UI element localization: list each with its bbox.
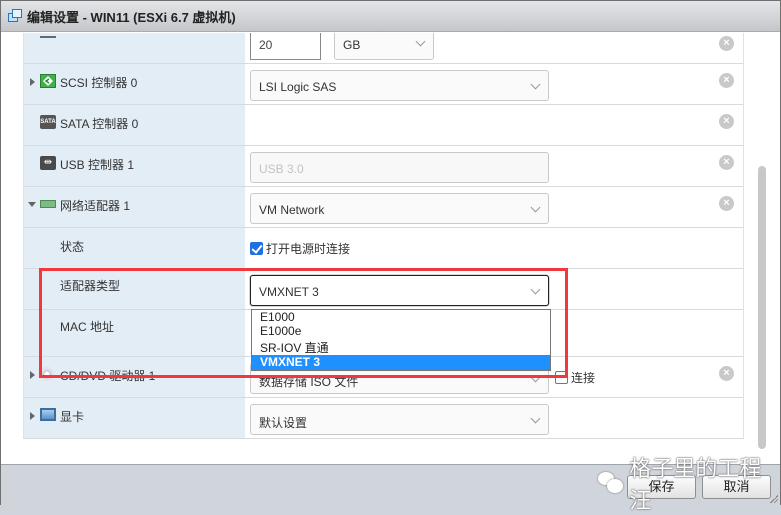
scsi-type-select[interactable]: LSI Logic SAS	[250, 70, 549, 101]
sata-label-cell: SATA SATA 控制器 0	[24, 105, 245, 145]
hard-disk-row: 20 GB ×	[24, 33, 743, 63]
network-status-row: 状态 打开电源时连接	[24, 227, 743, 268]
sata-controller-row: SATA SATA 控制器 0 ×	[24, 104, 743, 145]
cd-dvd-source-value: 数据存储 ISO 文件	[259, 375, 359, 389]
watermark-text: 格子里的工程汪	[629, 456, 762, 513]
chevron-down-icon	[530, 284, 541, 295]
status-label: 状态	[60, 240, 85, 254]
watermark: 格子里的工程汪	[598, 451, 780, 515]
video-card-label: 显卡	[60, 410, 85, 424]
chevron-down-icon	[415, 36, 426, 47]
chevron-down-icon	[530, 202, 541, 213]
mac-address-label: MAC 地址	[60, 320, 115, 334]
cd-dvd-connect-label: 连接	[571, 371, 596, 385]
expand-arrow-icon[interactable]	[30, 371, 35, 379]
adapter-type-option[interactable]: E1000e	[252, 324, 550, 338]
adapter-type-select[interactable]: VMXNET 3	[250, 275, 549, 306]
scsi-label-cell: SCSI 控制器 0	[24, 64, 245, 104]
network-select[interactable]: VM Network	[250, 193, 549, 224]
scsi-controller-icon	[40, 74, 56, 88]
status-label-cell: 状态	[24, 228, 245, 268]
scsi-type-value: LSI Logic SAS	[259, 80, 337, 94]
adapter-type-option-selected[interactable]: VMXNET 3	[252, 355, 550, 370]
adapter-type-option[interactable]: E1000	[252, 310, 550, 324]
adapter-type-dropdown-list: E1000 E1000e SR-IOV 直通 VMXNET 3	[251, 309, 551, 371]
network-value: VM Network	[259, 203, 325, 217]
cd-dvd-connect-checkbox[interactable]	[555, 371, 568, 384]
sata-label: SATA 控制器 0	[60, 117, 139, 131]
remove-sata-icon[interactable]: ×	[719, 114, 734, 129]
collapse-arrow-icon[interactable]	[28, 202, 36, 207]
video-card-value-cell: 默认设置	[245, 398, 743, 438]
vertical-scrollbar[interactable]	[758, 166, 766, 449]
connect-at-power-on-checkbox[interactable]	[250, 242, 263, 255]
network-value-cell: VM Network ×	[245, 187, 743, 227]
adapter-type-label-cell: 适配器类型	[24, 269, 245, 309]
video-card-value: 默认设置	[259, 416, 308, 430]
adapter-type-row: 适配器类型 VMXNET 3	[24, 268, 743, 309]
wechat-icon	[598, 472, 623, 494]
adapter-type-value-cell: VMXNET 3	[245, 269, 743, 309]
status-value-cell: 打开电源时连接	[245, 228, 743, 268]
chevron-down-icon	[530, 413, 541, 424]
hard-disk-label-cell	[24, 33, 245, 63]
network-adapter-icon	[40, 200, 56, 208]
dialog-titlebar[interactable]: 编辑设置 - WIN11 (ESXi 6.7 虚拟机)	[1, 1, 780, 32]
video-card-label-cell: 显卡	[24, 398, 245, 438]
remove-usb-icon[interactable]: ×	[719, 155, 734, 170]
disk-size-value: 20	[259, 38, 273, 52]
adapter-type-option[interactable]: SR-IOV 直通	[252, 341, 550, 355]
remove-scsi-icon[interactable]: ×	[719, 73, 734, 88]
chevron-down-icon	[530, 79, 541, 90]
cd-dvd-icon	[40, 367, 54, 381]
scsi-controller-row: SCSI 控制器 0 LSI Logic SAS ×	[24, 63, 743, 104]
scsi-label: SCSI 控制器 0	[60, 76, 138, 90]
usb-label: USB 控制器 1	[60, 158, 135, 172]
usb-controller-icon: ⇹	[40, 156, 56, 170]
connect-at-power-on-label: 打开电源时连接	[266, 242, 351, 256]
network-label-cell: 网络适配器 1	[24, 187, 245, 227]
usb-controller-row: ⇹ USB 控制器 1 USB 3.0 ×	[24, 145, 743, 186]
remove-cd-dvd-icon[interactable]: ×	[719, 366, 734, 381]
remove-network-icon[interactable]: ×	[719, 196, 734, 211]
remove-disk-icon[interactable]: ×	[719, 36, 734, 51]
vm-window-icon	[7, 8, 23, 24]
cd-dvd-connect: 连接	[555, 369, 595, 386]
hard-disk-icon	[40, 33, 56, 38]
disk-size-input[interactable]: 20	[250, 33, 321, 60]
network-label: 网络适配器 1	[60, 199, 131, 213]
mac-label-cell: MAC 地址	[24, 310, 245, 356]
display-card-icon	[40, 408, 56, 421]
usb-value-cell: USB 3.0 ×	[245, 146, 743, 186]
sata-value-cell: ×	[245, 105, 743, 145]
cd-dvd-label: CD/DVD 驱动器 1	[60, 369, 156, 383]
hardware-list-panel: 20 GB × SCSI 控制器 0 LSI Logic SAS × SATA …	[1, 33, 780, 464]
adapter-type-label: 适配器类型	[60, 279, 121, 293]
video-card-select[interactable]: 默认设置	[250, 404, 549, 435]
usb-label-cell: ⇹ USB 控制器 1	[24, 146, 245, 186]
disk-unit-select[interactable]: GB	[334, 33, 434, 60]
video-card-row: 显卡 默认设置	[24, 397, 743, 438]
hardware-grid: 20 GB × SCSI 控制器 0 LSI Logic SAS × SATA …	[23, 33, 744, 439]
adapter-type-value: VMXNET 3	[259, 285, 319, 299]
disk-unit-value: GB	[343, 38, 361, 52]
expand-arrow-icon[interactable]	[30, 412, 35, 420]
dialog-title: 编辑设置 - WIN11 (ESXi 6.7 虚拟机)	[27, 9, 236, 25]
usb-type-select: USB 3.0	[250, 152, 549, 183]
edit-settings-dialog: 编辑设置 - WIN11 (ESXi 6.7 虚拟机) 20 GB × SCSI…	[0, 0, 781, 513]
expand-arrow-icon[interactable]	[30, 78, 35, 86]
scsi-value-cell: LSI Logic SAS ×	[245, 64, 743, 104]
cd-dvd-label-cell: CD/DVD 驱动器 1	[24, 357, 245, 397]
chevron-down-icon	[530, 372, 541, 383]
usb-type-value: USB 3.0	[259, 162, 304, 176]
sata-controller-icon: SATA	[40, 115, 56, 129]
network-adapter-row: 网络适配器 1 VM Network ×	[24, 186, 743, 227]
hard-disk-value-cell: 20 GB ×	[245, 33, 743, 63]
